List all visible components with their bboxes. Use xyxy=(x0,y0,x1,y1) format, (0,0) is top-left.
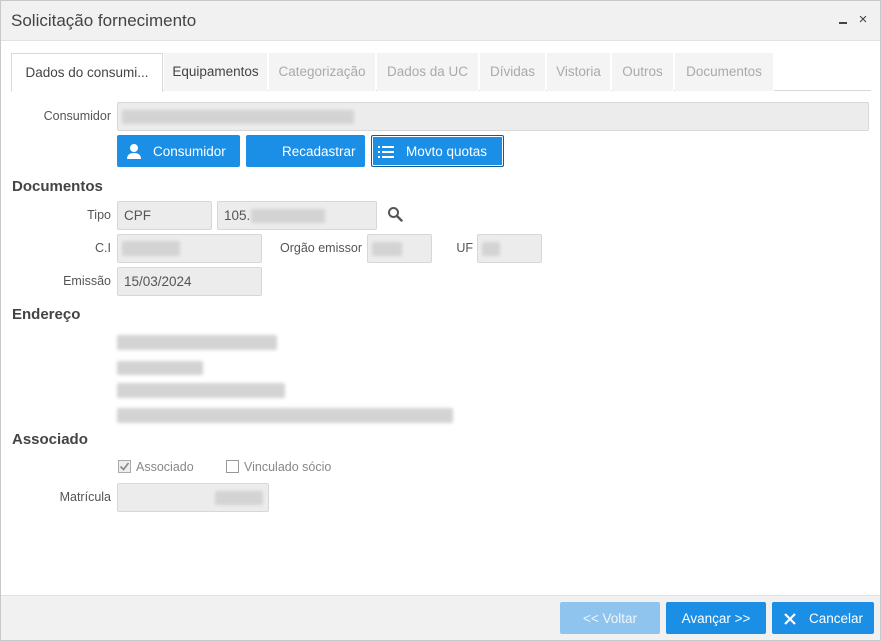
redacted-text xyxy=(482,242,500,256)
endereco-heading: Endereço xyxy=(12,306,81,323)
redacted-text xyxy=(251,209,325,223)
cancelar-button-label: Cancelar xyxy=(809,611,864,626)
dialog-title: Solicitação fornecimento xyxy=(11,11,197,30)
tipo-label: Tipo xyxy=(87,208,111,222)
endereco-line-2 xyxy=(117,361,203,375)
tab-categorizacao[interactable]: Categorização xyxy=(269,53,376,91)
uf-label: UF xyxy=(456,241,473,255)
movto-quotas-button-label: Movto quotas xyxy=(406,144,488,159)
tab-dados-uc[interactable]: Dados da UC xyxy=(377,53,479,91)
documentos-heading: Documentos xyxy=(12,178,103,195)
uf-field[interactable] xyxy=(477,234,542,263)
endereco-line-3 xyxy=(117,383,285,398)
vinculado-socio-label: Vinculado sócio xyxy=(244,460,332,474)
documento-numero-field[interactable]: 105. xyxy=(217,201,377,230)
redacted-text xyxy=(122,110,354,124)
tab-equipamentos[interactable]: Equipamentos xyxy=(164,53,268,91)
associado-checkbox-label: Associado xyxy=(136,460,194,474)
tab-strip: Dados do consumi... Equipamentos Categor… xyxy=(11,53,871,92)
associado-checkbox[interactable] xyxy=(118,460,131,473)
consumidor-button[interactable]: Consumidor xyxy=(117,135,240,167)
tab-dados-consumidor[interactable]: Dados do consumi... xyxy=(11,53,163,92)
solicitacao-dialog: Solicitação fornecimento × Dados do cons… xyxy=(0,0,881,641)
tipo-select[interactable]: CPF xyxy=(117,201,212,230)
consumidor-label: Consumidor xyxy=(43,109,111,123)
title-bar: Solicitação fornecimento × xyxy=(1,1,880,41)
tab-documentos[interactable]: Documentos xyxy=(675,53,774,91)
emissao-field[interactable]: 15/03/2024 xyxy=(117,267,262,296)
user-icon xyxy=(127,136,141,168)
associado-heading: Associado xyxy=(12,431,88,448)
matricula-label: Matrícula xyxy=(59,490,111,504)
endereco-line-4 xyxy=(117,408,453,423)
minimize-icon[interactable] xyxy=(834,11,852,29)
avancar-button[interactable]: Avançar >> xyxy=(666,602,766,634)
redacted-text xyxy=(215,491,263,505)
recadastrar-button[interactable]: Recadastrar xyxy=(246,135,365,167)
ci-field[interactable] xyxy=(117,234,262,263)
movto-quotas-button[interactable]: Movto quotas xyxy=(371,135,504,167)
recadastrar-button-label: Recadastrar xyxy=(282,144,356,159)
redacted-text xyxy=(372,242,402,256)
ci-label: C.I xyxy=(95,241,111,255)
matricula-field[interactable] xyxy=(117,483,269,512)
emissao-label: Emissão xyxy=(63,274,111,288)
orgao-emissor-label: Orgão emissor xyxy=(280,241,362,255)
tab-outros[interactable]: Outros xyxy=(612,53,674,91)
list-icon xyxy=(378,136,394,168)
orgao-emissor-field[interactable] xyxy=(367,234,432,263)
cancelar-button[interactable]: Cancelar xyxy=(772,602,874,634)
documento-prefix: 105. xyxy=(224,208,251,223)
tab-dividas[interactable]: Dívidas xyxy=(480,53,546,91)
x-icon xyxy=(784,603,796,635)
tab-vistoria[interactable]: Vistoria xyxy=(547,53,611,91)
consumidor-field[interactable] xyxy=(117,102,869,131)
voltar-button[interactable]: << Voltar xyxy=(560,602,660,634)
close-icon[interactable]: × xyxy=(854,11,872,29)
consumidor-button-label: Consumidor xyxy=(153,144,226,159)
endereco-line-1 xyxy=(117,335,277,350)
dialog-footer: << Voltar Avançar >> Cancelar xyxy=(1,595,880,640)
search-icon[interactable] xyxy=(387,206,403,222)
redacted-text xyxy=(122,241,180,256)
vinculado-socio-checkbox[interactable] xyxy=(226,460,239,473)
